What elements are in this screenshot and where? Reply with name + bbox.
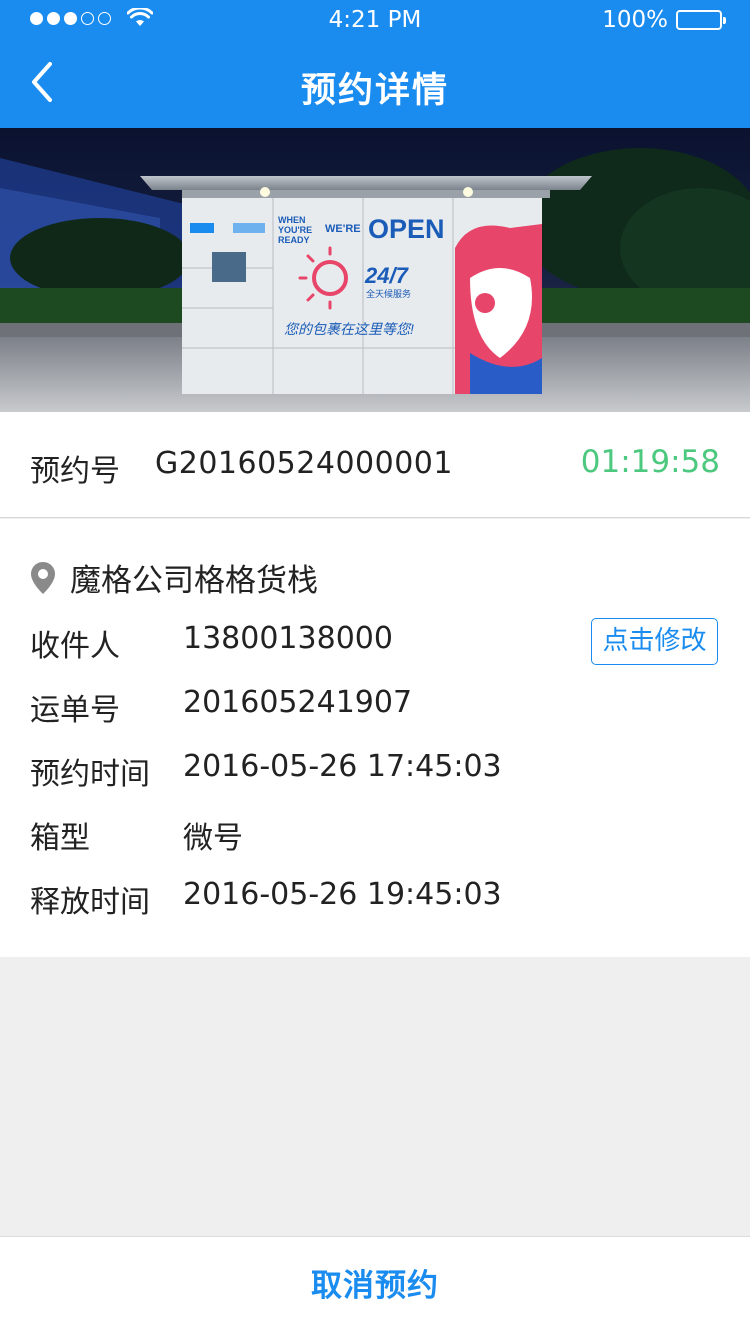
sign-247-text: 24/7 [364, 263, 410, 288]
battery-status: 100% [602, 7, 726, 33]
box-type-value: 微号 [183, 821, 243, 856]
battery-icon [676, 10, 726, 30]
waybill-label: 运单号 [30, 693, 120, 728]
cancel-booking-button[interactable]: 取消预约 [0, 1237, 750, 1334]
sign-youre-text: YOU'RE [278, 225, 312, 235]
sign-slogan-text: 您的包裹在这里等您! [284, 321, 414, 337]
locker-photo: WHEN YOU'RE READY WE'RE OPEN 24/7 全天候服务 … [0, 128, 750, 412]
release-time-label: 释放时间 [30, 885, 150, 920]
sign-ready-text: READY [278, 235, 310, 245]
waybill-value: 201605241907 [183, 685, 413, 720]
battery-percent: 100% [602, 7, 668, 33]
booking-number-label: 预约号 [30, 454, 120, 489]
booking-number-section: 预约号 G20160524000001 01:19:58 [0, 412, 750, 518]
countdown-timer: 01:19:58 [580, 444, 720, 480]
page-title: 预约详情 [300, 71, 449, 111]
booking-time-label: 预约时间 [30, 757, 150, 792]
sign-service-text: 全天候服务 [366, 288, 411, 299]
recipient-label: 收件人 [30, 629, 120, 664]
location-name: 魔格公司格格货栈 [70, 563, 318, 599]
sign-when-text: WHEN [278, 215, 306, 225]
sign-open-text: OPEN [368, 214, 445, 244]
location-row: 魔格公司格格货栈 [30, 555, 318, 600]
booking-number-value: G20160524000001 [155, 446, 453, 481]
bottom-action-bar: 取消预约 [0, 1236, 750, 1334]
booking-time-value: 2016-05-26 17:45:03 [183, 749, 502, 784]
location-pin-icon [31, 561, 55, 594]
status-bar: 4:21 PM 100% [0, 0, 750, 40]
box-type-label: 箱型 [30, 821, 90, 856]
nav-bar: 预约详情 [0, 40, 750, 128]
recipient-value: 13800138000 [183, 621, 393, 656]
release-time-value: 2016-05-26 19:45:03 [183, 877, 502, 912]
booking-details: 魔格公司格格货栈 收件人 13800138000 点击修改 运单号 201605… [0, 519, 750, 957]
sign-were-text: WE'RE [325, 223, 361, 235]
edit-button[interactable]: 点击修改 [591, 618, 718, 665]
